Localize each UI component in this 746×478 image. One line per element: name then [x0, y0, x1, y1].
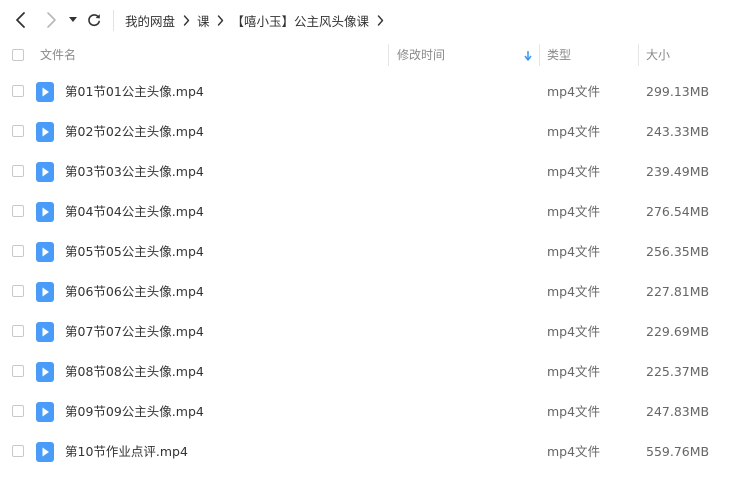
row-checkbox[interactable] [12, 205, 24, 217]
column-header-row: 文件名 修改时间 类型 大小 [0, 40, 746, 72]
chevron-right-icon [377, 14, 383, 26]
column-divider[interactable] [638, 44, 639, 66]
video-file-icon [36, 442, 54, 462]
file-row[interactable]: 第05节05公主头像.mp4 mp4文件 256.35MB [0, 232, 746, 272]
file-row[interactable]: 第07节07公主头像.mp4 mp4文件 229.69MB [0, 312, 746, 352]
back-button[interactable] [10, 8, 32, 32]
file-size: 229.69MB [646, 324, 710, 339]
toolbar-divider [113, 10, 114, 31]
breadcrumb-separator [175, 10, 197, 30]
column-header-type[interactable]: 类型 [547, 40, 627, 72]
row-checkbox[interactable] [12, 285, 24, 297]
file-type: mp4文件 [547, 84, 601, 99]
file-type: mp4文件 [547, 244, 601, 259]
file-row[interactable]: 第10节作业点评.mp4 mp4文件 559.76MB [0, 432, 746, 472]
file-type: mp4文件 [547, 124, 601, 139]
video-file-icon [36, 402, 54, 422]
video-file-icon [36, 242, 54, 262]
video-file-icon [36, 82, 54, 102]
file-size: 225.37MB [646, 364, 710, 379]
chevron-left-icon [16, 12, 25, 28]
refresh-icon [88, 14, 100, 27]
row-checkbox[interactable] [12, 245, 24, 257]
breadcrumb-item-my-drive[interactable]: 我的网盘 [125, 11, 175, 30]
row-checkbox[interactable] [12, 85, 24, 97]
chevron-right-icon [217, 14, 224, 26]
file-row[interactable]: 第08节08公主头像.mp4 mp4文件 225.37MB [0, 352, 746, 392]
column-header-modified[interactable]: 修改时间 [397, 40, 527, 72]
file-size: 227.81MB [646, 284, 710, 299]
arrow-down-icon[interactable] [523, 50, 533, 62]
file-size: 256.35MB [646, 244, 710, 259]
file-name[interactable]: 第05节05公主头像.mp4 [65, 232, 204, 272]
breadcrumb-item-course[interactable]: 课 [197, 11, 210, 30]
file-size: 276.54MB [646, 204, 710, 219]
file-size: 239.49MB [646, 164, 710, 179]
file-name[interactable]: 第09节09公主头像.mp4 [65, 392, 204, 432]
file-type: mp4文件 [547, 284, 601, 299]
breadcrumb-item-current-folder[interactable]: 【嘻小玉】公主风头像课 [232, 11, 370, 30]
file-name[interactable]: 第04节04公主头像.mp4 [65, 192, 204, 232]
forward-button[interactable] [40, 8, 62, 32]
column-divider[interactable] [539, 44, 540, 66]
refresh-button[interactable] [84, 8, 104, 32]
row-checkbox[interactable] [12, 165, 24, 177]
row-checkbox[interactable] [12, 405, 24, 417]
file-size: 247.83MB [646, 404, 710, 419]
row-checkbox[interactable] [12, 125, 24, 137]
video-file-icon [36, 282, 54, 302]
file-type: mp4文件 [547, 444, 601, 459]
file-name[interactable]: 第03节03公主头像.mp4 [65, 152, 204, 192]
column-divider[interactable] [388, 44, 389, 66]
video-file-icon [36, 202, 54, 222]
file-row[interactable]: 第02节02公主头像.mp4 mp4文件 243.33MB [0, 112, 746, 152]
file-row[interactable]: 第09节09公主头像.mp4 mp4文件 247.83MB [0, 392, 746, 432]
file-size: 299.13MB [646, 84, 710, 99]
file-type: mp4文件 [547, 324, 601, 339]
file-row[interactable]: 第04节04公主头像.mp4 mp4文件 276.54MB [0, 192, 746, 232]
file-name[interactable]: 第08节08公主头像.mp4 [65, 352, 204, 392]
video-file-icon [36, 362, 54, 382]
video-file-icon [36, 122, 54, 142]
file-name[interactable]: 第01节01公主头像.mp4 [65, 72, 204, 112]
breadcrumb-separator [210, 10, 232, 30]
caret-down-icon [69, 17, 77, 22]
column-header-name[interactable]: 文件名 [40, 40, 380, 72]
history-dropdown-button[interactable] [66, 8, 80, 32]
row-checkbox[interactable] [12, 365, 24, 377]
vertical-scrollbar[interactable] [740, 40, 746, 478]
row-checkbox[interactable] [12, 445, 24, 457]
column-header-size[interactable]: 大小 [646, 40, 736, 72]
file-name[interactable]: 第07节07公主头像.mp4 [65, 312, 204, 352]
file-type: mp4文件 [547, 204, 601, 219]
video-file-icon [36, 322, 54, 342]
file-name[interactable]: 第06节06公主头像.mp4 [65, 272, 204, 312]
toolbar: 我的网盘 课 【嘻小玉】公主风头像课 [0, 0, 746, 40]
breadcrumb: 我的网盘 课 【嘻小玉】公主风头像课 [125, 10, 391, 30]
file-size: 243.33MB [646, 124, 710, 139]
file-type: mp4文件 [547, 164, 601, 179]
chevron-right-icon [47, 12, 56, 28]
file-name[interactable]: 第10节作业点评.mp4 [65, 432, 188, 472]
row-checkbox[interactable] [12, 325, 24, 337]
file-row[interactable]: 第06节06公主头像.mp4 mp4文件 227.81MB [0, 272, 746, 312]
file-row[interactable]: 第01节01公主头像.mp4 mp4文件 299.13MB [0, 72, 746, 112]
video-file-icon [36, 162, 54, 182]
file-size: 559.76MB [646, 444, 710, 459]
file-row[interactable]: 第03节03公主头像.mp4 mp4文件 239.49MB [0, 152, 746, 192]
chevron-right-icon [183, 14, 189, 26]
select-all-checkbox[interactable] [12, 49, 24, 61]
file-type: mp4文件 [547, 364, 601, 379]
file-type: mp4文件 [547, 404, 601, 419]
breadcrumb-dropdown[interactable] [369, 10, 391, 30]
file-name[interactable]: 第02节02公主头像.mp4 [65, 112, 204, 152]
file-browser-window: 我的网盘 课 【嘻小玉】公主风头像课 文件名 修改时间 类型 大小 第01节01… [0, 0, 746, 478]
